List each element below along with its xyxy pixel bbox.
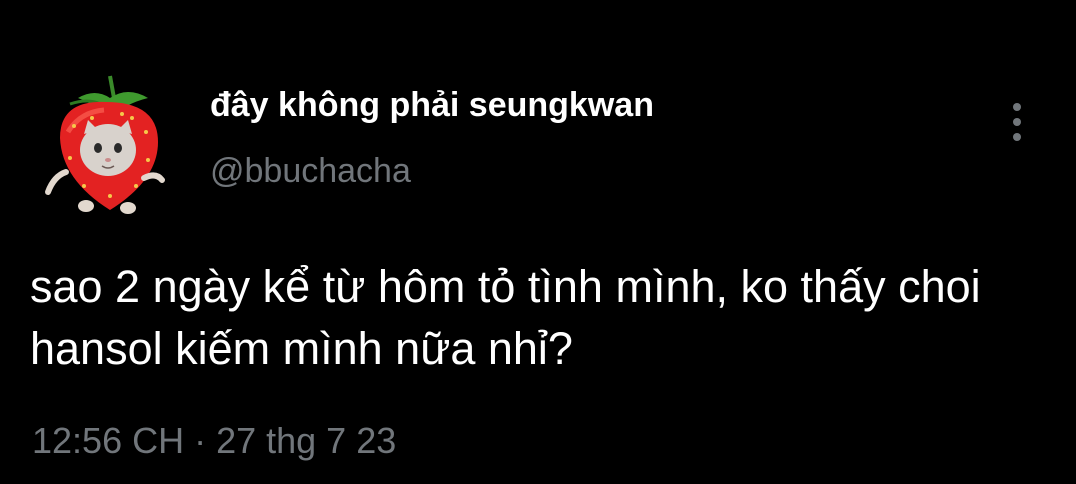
tweet-timestamp[interactable]: 12:56 CH · 27 thg 7 23 xyxy=(32,420,396,462)
more-options-button[interactable] xyxy=(1000,98,1034,146)
tweet-text: sao 2 ngày kể từ hôm tỏ tình mình, ko th… xyxy=(30,261,981,374)
user-handle[interactable]: @bbuchacha xyxy=(210,152,411,191)
strawberry-cat-avatar-image xyxy=(45,75,165,214)
more-vertical-icon xyxy=(1013,103,1021,141)
display-name[interactable]: đây không phải seungkwan xyxy=(210,86,654,125)
tweet: đây không phải seungkwan @bbuchacha sao … xyxy=(0,0,1076,484)
avatar[interactable] xyxy=(40,68,170,218)
